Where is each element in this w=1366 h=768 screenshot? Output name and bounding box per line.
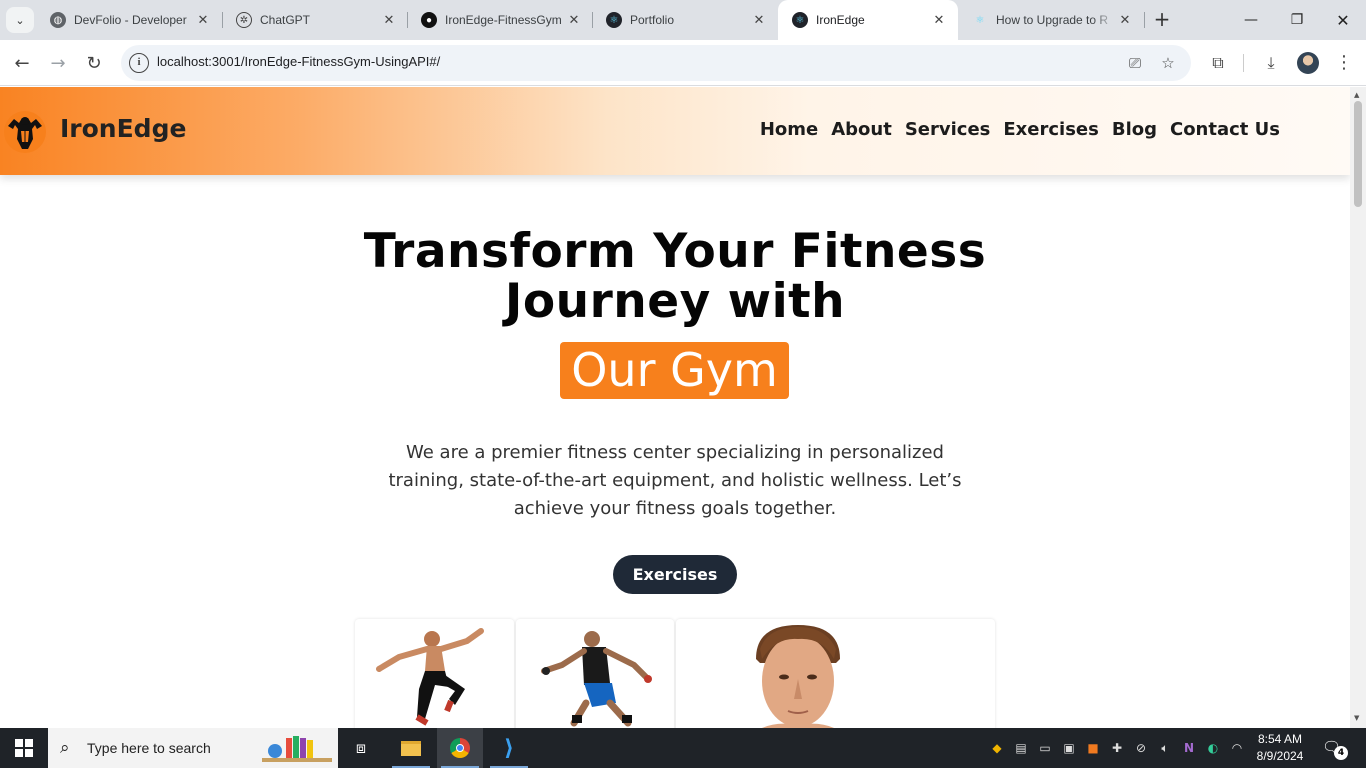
close-icon[interactable]: ✕ <box>380 12 398 28</box>
nav-blog[interactable]: Blog <box>1112 119 1157 140</box>
browser-toolbar: ← → ↻ i localhost:3001/IronEdge-FitnessG… <box>0 40 1366 86</box>
tab-chatgpt[interactable]: ✲ ChatGPT ✕ <box>222 0 408 40</box>
nav-exercises[interactable]: Exercises <box>1003 119 1098 140</box>
windows-logo-icon <box>15 739 33 757</box>
nav-services[interactable]: Services <box>905 119 991 140</box>
tab-search-button[interactable]: ⌄ <box>6 7 34 33</box>
menu-kebab-icon[interactable]: ⋮ <box>1333 52 1355 74</box>
close-icon[interactable]: ✕ <box>1116 12 1134 28</box>
minimize-button[interactable]: — <box>1228 0 1274 40</box>
back-button[interactable]: ← <box>9 50 35 76</box>
tray-app-icon[interactable]: ◆ <box>988 739 1006 757</box>
downloads-icon[interactable]: ⤓ <box>1260 52 1282 74</box>
gallery-image-kick <box>355 619 514 728</box>
extensions-icon[interactable]: ⧉ <box>1207 52 1229 74</box>
clock-date: 8/9/2024 <box>1256 749 1304 763</box>
react-icon: ⚛ <box>975 14 985 26</box>
task-view-icon: ⧈ <box>355 738 367 757</box>
folder-icon <box>401 740 421 756</box>
vscode-icon: ⟩ <box>503 735 515 761</box>
react-icon: ⚛ <box>606 12 622 28</box>
hero-title-line2: Journey with <box>504 274 846 329</box>
chatgpt-icon: ✲ <box>236 12 252 28</box>
site-header: IronEdge Home About Services Exercises B… <box>0 87 1350 175</box>
brand-name[interactable]: IronEdge <box>60 114 186 143</box>
bodybuilder-logo-icon <box>4 111 46 153</box>
tab-github-repo[interactable]: ● IronEdge-FitnessGym ✕ <box>407 0 593 40</box>
taskbar-search-box[interactable]: ⌕ Type here to search <box>48 728 338 768</box>
tab-react-upgrade[interactable]: ⚛ How to Upgrade to R ✕ <box>958 0 1144 40</box>
profile-avatar[interactable] <box>1297 52 1319 74</box>
hero-title-line1: Transform Your Fitness <box>363 224 987 279</box>
tab-devfolio[interactable]: ◍ DevFolio - Developer ✕ <box>36 0 222 40</box>
hero-highlight: Our Gym <box>560 342 789 399</box>
restore-button[interactable]: ❐ <box>1274 0 1320 40</box>
tray-network-icon[interactable]: ✚ <box>1108 739 1126 757</box>
install-app-icon[interactable]: ⎚ <box>1125 53 1145 73</box>
new-tab-button[interactable]: + <box>1150 8 1174 32</box>
close-icon[interactable]: ✕ <box>565 12 583 28</box>
tray-screen-icon[interactable]: ▣ <box>1060 739 1078 757</box>
site-info-icon[interactable]: i <box>129 53 149 73</box>
tray-battery-icon[interactable]: ▭ <box>1036 739 1054 757</box>
globe-icon: ◍ <box>50 12 66 28</box>
tray-onenote-icon[interactable]: N <box>1180 739 1198 757</box>
scroll-up-arrow-icon[interactable]: ▲ <box>1354 91 1359 99</box>
windows-taskbar: ⌕ Type here to search ⧈ ⟩ ◆ ▤ ▭ ▣ ■ ✚ ⊘ … <box>0 728 1366 768</box>
windows-start-button[interactable] <box>0 728 48 768</box>
task-view-button[interactable]: ⧈ <box>338 728 384 768</box>
github-icon: ● <box>421 12 437 28</box>
tray-volume-icon[interactable]: 🔈︎ <box>1156 739 1174 757</box>
scroll-down-arrow-icon[interactable]: ▼ <box>1354 714 1359 722</box>
tab-portfolio[interactable]: ⚛ Portfolio ✕ <box>592 0 778 40</box>
close-icon[interactable]: ✕ <box>194 12 212 28</box>
nav-about[interactable]: About <box>831 119 892 140</box>
close-window-button[interactable]: ✕ <box>1320 0 1366 40</box>
forward-button[interactable]: → <box>45 50 71 76</box>
page-scrollbar[interactable]: ▲ ▼ <box>1350 87 1366 728</box>
file-explorer-app[interactable] <box>388 728 434 768</box>
search-icon: ⌕ <box>60 738 70 758</box>
exercises-button[interactable]: Exercises <box>613 555 737 594</box>
reload-button[interactable]: ↻ <box>81 50 107 76</box>
tray-mute-icon[interactable]: ⊘ <box>1132 739 1150 757</box>
search-highlight-books-icon <box>260 734 336 764</box>
address-url[interactable]: localhost:3001/IronEdge-FitnessGym-Using… <box>157 54 440 69</box>
chrome-icon <box>450 738 470 758</box>
taskbar-clock[interactable]: 8:54 AM 8/9/2024 <box>1250 731 1310 765</box>
main-nav: Home About Services Exercises Blog Conta… <box>760 119 1280 140</box>
clock-time: 8:54 AM <box>1257 732 1303 746</box>
nav-home[interactable]: Home <box>760 119 818 140</box>
page-viewport: IronEdge Home About Services Exercises B… <box>0 87 1350 728</box>
notification-count-badge: 4 <box>1334 746 1348 760</box>
tray-office-icon[interactable]: ■ <box>1084 739 1102 757</box>
tray-sync-icon[interactable]: ◐ <box>1204 739 1222 757</box>
close-icon[interactable]: ✕ <box>750 12 768 28</box>
chrome-app[interactable] <box>437 728 483 768</box>
tray-keyboard-icon[interactable]: ▤ <box>1012 739 1030 757</box>
scroll-thumb[interactable] <box>1354 101 1362 207</box>
vscode-app[interactable]: ⟩ <box>486 728 532 768</box>
tray-wifi-icon[interactable]: ◠ <box>1228 739 1246 757</box>
hero-description: We are a premier fitness center speciali… <box>388 442 962 519</box>
nav-contact-us[interactable]: Contact Us <box>1170 119 1280 140</box>
hero-title: Transform Your Fitness Journey with <box>325 227 1025 327</box>
close-icon[interactable]: ✕ <box>930 12 948 28</box>
react-icon: ⚛ <box>792 12 808 28</box>
gallery-image-portrait <box>676 619 995 728</box>
browser-tab-strip: ⌄ ◍ DevFolio - Developer ✕ ✲ ChatGPT ✕ ●… <box>0 0 1366 40</box>
gallery-image-athlete <box>516 619 674 728</box>
bookmark-star-icon[interactable]: ☆ <box>1158 53 1178 73</box>
tab-ironedge-active[interactable]: ⚛ IronEdge ✕ <box>778 0 958 40</box>
address-bar[interactable]: i localhost:3001/IronEdge-FitnessGym-Usi… <box>121 45 1191 81</box>
